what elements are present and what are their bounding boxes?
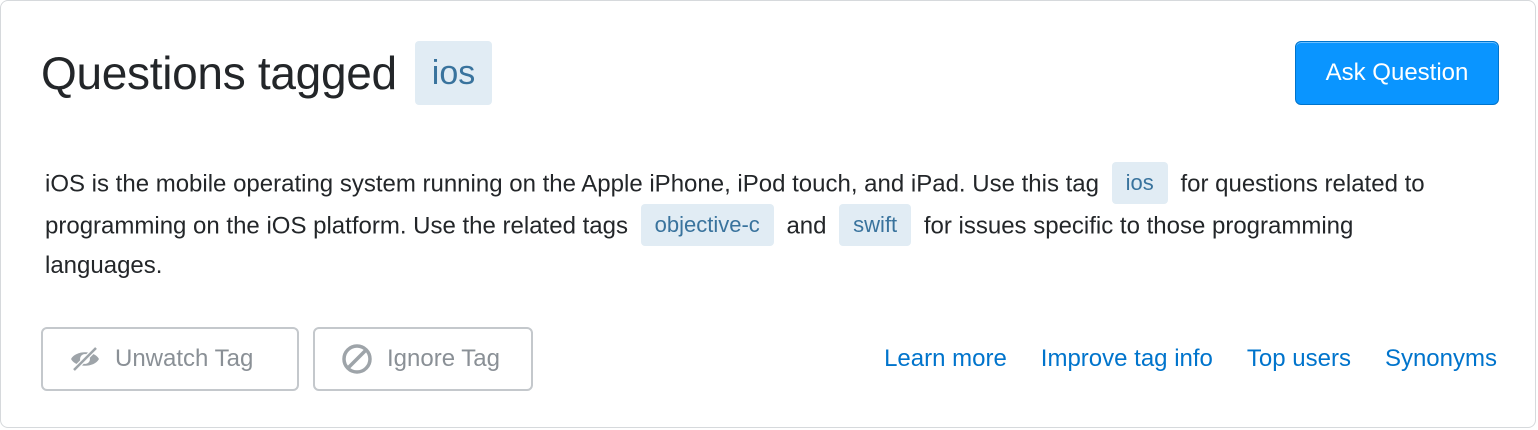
ignore-tag-button[interactable]: Ignore Tag (313, 327, 533, 391)
tag-objective-c[interactable]: objective-c (640, 204, 774, 246)
top-users-link[interactable]: Top users (1247, 341, 1351, 377)
improve-tag-info-link[interactable]: Improve tag info (1041, 341, 1213, 377)
page-header: Questions tagged ios (41, 41, 493, 105)
tag-info-card: Questions tagged ios Ask Question iOS is… (0, 0, 1536, 428)
description-text: and (786, 212, 827, 240)
learn-more-link[interactable]: Learn more (884, 341, 1007, 377)
unwatch-tag-button[interactable]: Unwatch Tag (41, 327, 299, 391)
ask-question-button[interactable]: Ask Question (1295, 41, 1499, 105)
unwatch-tag-label: Unwatch Tag (115, 345, 254, 372)
tag-links: Learn more Improve tag info Top users Sy… (850, 341, 1497, 377)
synonyms-link[interactable]: Synonyms (1385, 341, 1497, 377)
tag-swift[interactable]: swift (839, 204, 912, 246)
tag-ios[interactable]: ios (1111, 162, 1168, 204)
tag-description: iOS is the mobile operating system runni… (45, 162, 1465, 284)
description-text: iOS is the mobile operating system runni… (45, 170, 1099, 198)
page-title: Questions tagged (41, 47, 397, 99)
block-icon (342, 344, 372, 374)
ignore-tag-label: Ignore Tag (387, 345, 500, 372)
title-tag-ios[interactable]: ios (414, 41, 493, 105)
eye-off-icon (71, 346, 99, 372)
